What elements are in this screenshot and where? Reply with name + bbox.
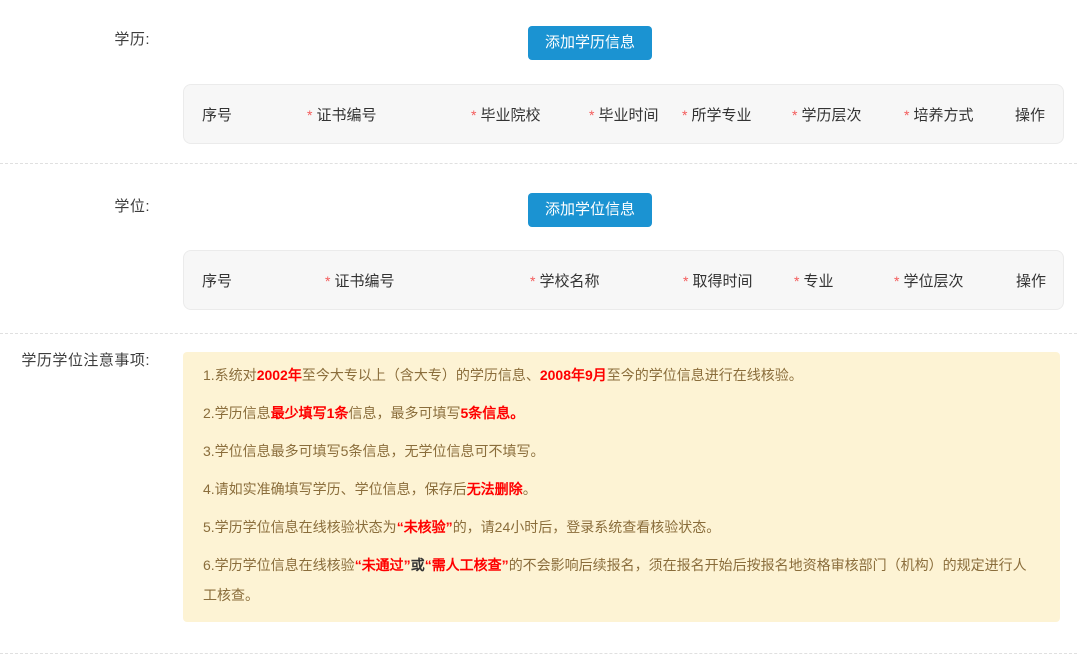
column-header: * 证书编号	[307, 106, 377, 124]
note-highlight: 最少填写1条	[270, 405, 349, 421]
note-highlight: 2008年9月	[539, 367, 607, 383]
required-asterisk: *	[792, 106, 798, 123]
education-table-header: 序号 * 证书编号 * 毕业院校 * 毕业时间 * 所学专业 * 学历层次 * 培养方式 操作	[183, 84, 1064, 144]
section-divider	[0, 653, 1077, 654]
column-header: * 学校名称	[530, 272, 600, 290]
note-text: 1.系统对	[203, 367, 257, 383]
note-text: 6.学历学位信息在线核验	[203, 557, 355, 573]
education-degree-form: 学历: 添加学历信息 序号 * 证书编号 * 毕业院校 * 毕业时间 * 所学专业 * 学历层次 * 培…	[0, 0, 1077, 661]
column-header: * 毕业时间	[589, 106, 659, 124]
notes-label: 学历学位注意事项:	[21, 352, 150, 369]
column-header: * 学位层次	[894, 272, 964, 290]
section-divider	[0, 163, 1077, 164]
column-header: * 取得时间	[683, 272, 753, 290]
section-divider	[0, 333, 1077, 334]
required-asterisk: *	[307, 106, 313, 123]
required-asterisk: *	[471, 106, 477, 123]
note-text: 2.学历信息	[203, 405, 271, 421]
note-highlight: 5条信息。	[460, 405, 525, 421]
column-header: * 所学专业	[682, 106, 752, 124]
notes-panel: 1.系统对2002年至今大专以上（含大专）的学历信息、2008年9月至今的学位信…	[183, 352, 1060, 622]
column-header: 操作	[1015, 106, 1046, 124]
column-header: * 学历层次	[792, 106, 862, 124]
note-text: 5.学历学位信息在线核验状态为	[203, 519, 397, 535]
required-asterisk: *	[894, 272, 900, 289]
note-item: 4.请如实准确填写学历、学位信息，保存后无法删除。	[203, 474, 1040, 504]
education-label: 学历:	[114, 31, 150, 48]
note-highlight: “未核验”	[396, 519, 453, 535]
note-item: 3.学位信息最多可填写5条信息，无学位信息可不填写。	[203, 436, 1040, 466]
required-asterisk: *	[794, 272, 800, 289]
note-text: 至今大专以上（含大专）的学历信息、	[301, 367, 540, 383]
note-text: 3.学位信息最多可填写5条信息，无学位信息可不填写。	[203, 443, 545, 459]
add-degree-button[interactable]: 添加学位信息	[528, 193, 652, 227]
note-item: 5.学历学位信息在线核验状态为“未核验”的，请24小时后，登录系统查看核验状态。	[203, 512, 1040, 542]
note-highlight: 无法删除	[466, 481, 523, 497]
required-asterisk: *	[325, 272, 331, 289]
column-header: 序号	[202, 106, 233, 124]
note-item: 1.系统对2002年至今大专以上（含大专）的学历信息、2008年9月至今的学位信…	[203, 360, 1040, 390]
required-asterisk: *	[904, 106, 910, 123]
note-text: 至今的学位信息进行在线核验。	[606, 367, 803, 383]
note-text: 。	[522, 481, 537, 497]
column-header: 操作	[1016, 272, 1047, 290]
column-header: * 证书编号	[325, 272, 395, 290]
note-item: 6.学历学位信息在线核验“未通过”或“需人工核查”的不会影响后续报名，须在报名开…	[203, 550, 1040, 610]
note-text: 的，请24小时后，登录系统查看核验状态。	[452, 519, 721, 535]
column-header: * 专业	[794, 272, 834, 290]
degree-label: 学位:	[114, 198, 150, 215]
required-asterisk: *	[530, 272, 536, 289]
column-header: 序号	[202, 272, 233, 290]
column-header: * 培养方式	[904, 106, 974, 124]
note-highlight: “需人工核查”	[424, 557, 509, 573]
required-asterisk: *	[683, 272, 689, 289]
required-asterisk: *	[589, 106, 595, 123]
required-asterisk: *	[682, 106, 688, 123]
add-education-button[interactable]: 添加学历信息	[528, 26, 652, 60]
note-text: 信息，最多可填写	[348, 405, 461, 421]
note-text: 4.请如实准确填写学历、学位信息，保存后	[203, 481, 467, 497]
column-header: * 毕业院校	[471, 106, 541, 124]
note-highlight: 或	[410, 557, 425, 573]
note-item: 2.学历信息最少填写1条信息，最多可填写5条信息。	[203, 398, 1040, 428]
note-highlight: 2002年	[256, 367, 302, 383]
degree-table-header: 序号 * 证书编号 * 学校名称 * 取得时间 * 专业 * 学位层次 操作	[183, 250, 1064, 310]
note-highlight: “未通过”	[354, 557, 411, 573]
